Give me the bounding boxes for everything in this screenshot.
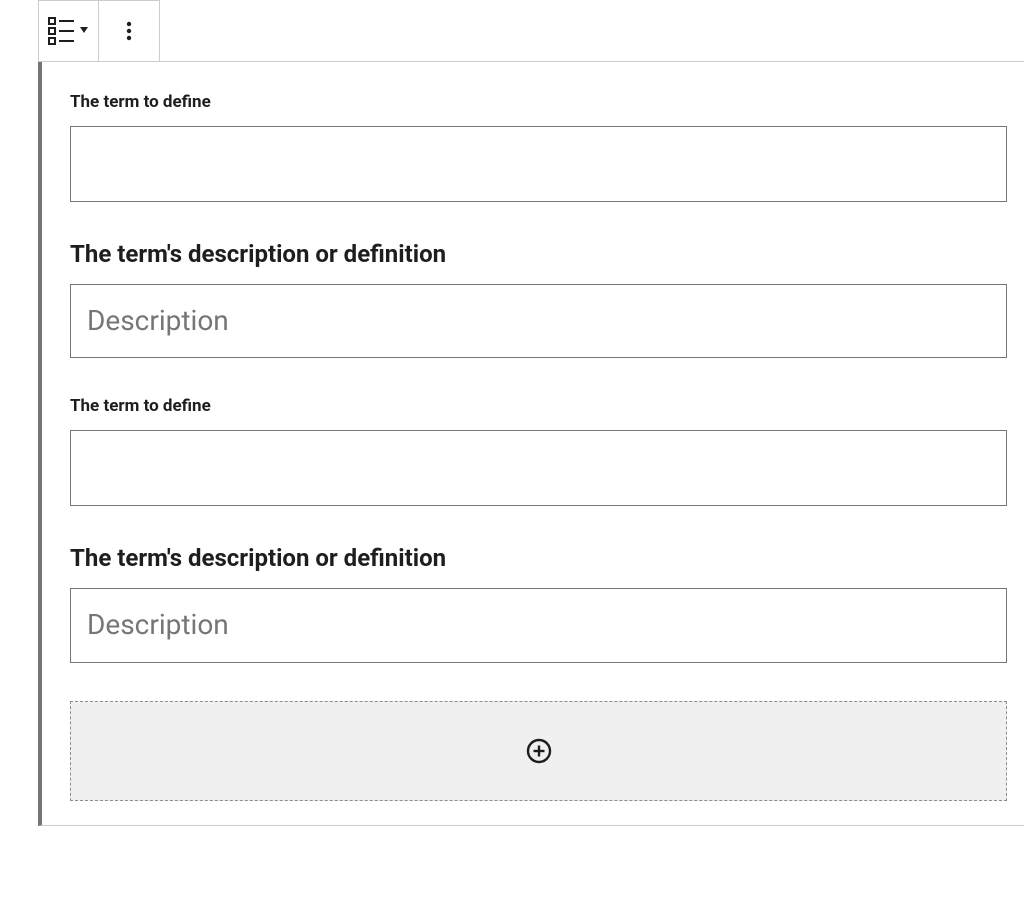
description-input[interactable] [70,588,1007,662]
term-input[interactable] [70,126,1007,202]
definition-description: The term's description or definition [70,544,1007,662]
block-appender[interactable] [70,701,1007,801]
chevron-down-icon [80,27,88,33]
block-editor: The term to define The term's descriptio… [38,0,1024,826]
definition-item: The term to define [70,396,1007,506]
more-vertical-icon [117,19,141,43]
description-label: The term's description or definition [70,544,1007,572]
definition-list-icon [48,17,90,45]
term-label: The term to define [70,396,1007,416]
description-label: The term's description or definition [70,240,1007,268]
term-input[interactable] [70,430,1007,506]
term-label: The term to define [70,92,1007,112]
description-input[interactable] [70,284,1007,358]
definition-item: The term to define [70,92,1007,202]
plus-circle-icon [525,737,553,765]
definition-list-block: The term to define The term's descriptio… [38,61,1024,826]
block-type-dropdown[interactable] [39,1,99,61]
block-toolbar [38,0,160,62]
definition-description: The term's description or definition [70,240,1007,358]
more-options-button[interactable] [99,1,159,61]
